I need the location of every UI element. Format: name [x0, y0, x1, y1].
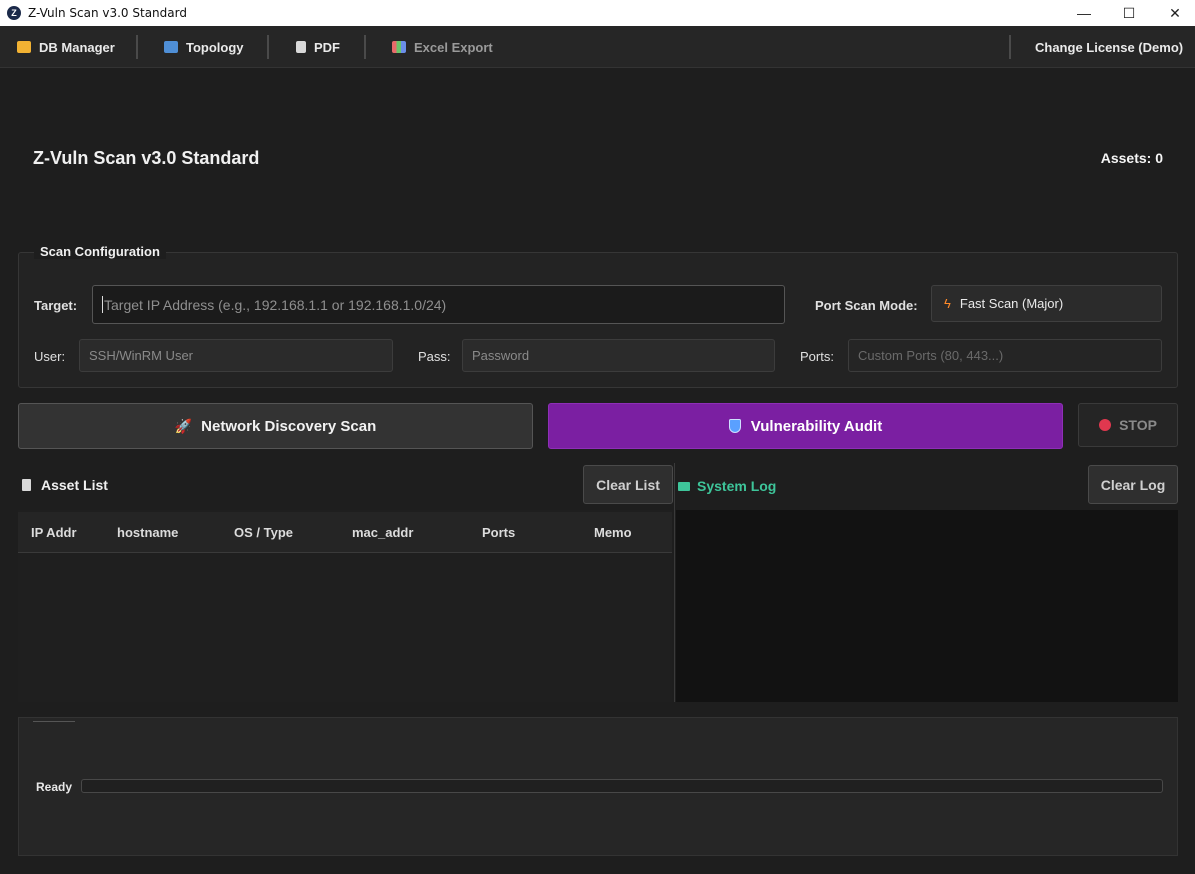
user-placeholder: SSH/WinRM User	[89, 348, 194, 363]
status-panel-tab	[33, 721, 75, 722]
ports-label: Ports:	[800, 349, 834, 364]
change-license-button[interactable]: Change License (Demo)	[1035, 26, 1183, 68]
minimize-button[interactable]: —	[1061, 0, 1107, 26]
pdf-label: PDF	[314, 39, 340, 55]
scan-configuration-title: Scan Configuration	[34, 244, 166, 259]
system-log-label: System Log	[697, 478, 777, 494]
shield-icon	[728, 419, 741, 433]
ports-placeholder: Custom Ports (80, 443...)	[858, 348, 1004, 363]
system-log-title: System Log	[678, 478, 776, 494]
port-scan-mode-select[interactable]: ϟ Fast Scan (Major)	[931, 285, 1162, 322]
column-header[interactable]: Memo	[594, 512, 632, 553]
pass-label: Pass:	[418, 349, 451, 364]
document-icon	[296, 41, 306, 53]
network-discovery-scan-label: Network Discovery Scan	[201, 417, 377, 435]
column-header[interactable]: hostname	[117, 512, 178, 553]
toolbar-divider	[267, 35, 269, 59]
excel-export-button[interactable]: Excel Export	[392, 26, 493, 68]
asset-list-title: Asset List	[22, 477, 108, 493]
toolbar-divider	[364, 35, 366, 59]
status-text: Ready	[36, 780, 73, 794]
target-input[interactable]: Target IP Address (e.g., 192.168.1.1 or …	[92, 285, 785, 324]
stop-icon	[1099, 419, 1112, 431]
window-title: Z-Vuln Scan v3.0 Standard	[28, 6, 187, 20]
asset-count: Assets: 0	[1100, 150, 1163, 166]
bar-chart-icon	[392, 41, 406, 53]
password-input[interactable]: Password	[462, 339, 775, 372]
folder-icon	[17, 41, 31, 53]
password-placeholder: Password	[472, 348, 530, 363]
toolbar-divider	[136, 35, 138, 59]
pdf-button[interactable]: PDF	[296, 26, 340, 68]
column-header[interactable]: OS / Type	[234, 512, 293, 553]
app-logo-icon: Z	[7, 6, 21, 20]
user-label: User:	[34, 349, 66, 364]
rocket-icon: 🚀	[174, 417, 193, 434]
page-title: Z-Vuln Scan v3.0 Standard	[33, 148, 260, 168]
asset-table-header: IP Addr hostname OS / Type mac_addr Port…	[18, 512, 672, 553]
clear-log-button[interactable]: Clear Log	[1088, 465, 1178, 504]
clear-list-button[interactable]: Clear List	[583, 465, 673, 504]
lightning-icon: ϟ	[944, 296, 951, 311]
topology-label: Topology	[186, 39, 244, 55]
vulnerability-audit-button[interactable]: Vulnerability Audit	[548, 403, 1063, 449]
clipboard-icon	[22, 479, 31, 491]
user-input[interactable]: SSH/WinRM User	[79, 339, 393, 372]
target-placeholder: Target IP Address (e.g., 192.168.1.1 or …	[104, 296, 447, 313]
ports-input[interactable]: Custom Ports (80, 443...)	[848, 339, 1162, 372]
terminal-icon	[678, 481, 690, 491]
vulnerability-audit-label: Vulnerability Audit	[750, 417, 883, 435]
excel-export-label: Excel Export	[414, 39, 493, 55]
toolbar-divider	[1009, 35, 1011, 59]
port-scan-mode-label: Port Scan Mode:	[815, 298, 918, 313]
network-discovery-scan-button[interactable]: 🚀 Network Discovery Scan	[18, 403, 533, 449]
progress-bar	[81, 779, 1163, 793]
system-log-output[interactable]	[676, 510, 1178, 702]
column-header[interactable]: mac_addr	[352, 512, 413, 553]
stop-button[interactable]: STOP	[1078, 403, 1178, 447]
text-caret	[102, 296, 103, 313]
maximize-button[interactable]: ☐	[1106, 0, 1152, 26]
window-title-bar: Z Z-Vuln Scan v3.0 Standard	[0, 0, 1195, 26]
map-icon	[164, 41, 178, 53]
db-manager-label: DB Manager	[39, 39, 115, 55]
asset-list-label: Asset List	[41, 477, 108, 493]
column-header[interactable]: Ports	[482, 512, 515, 553]
close-button[interactable]: ✕	[1152, 0, 1195, 26]
panel-splitter[interactable]	[674, 463, 675, 702]
port-scan-mode-value: Fast Scan (Major)	[959, 296, 1064, 311]
stop-label: STOP	[1119, 417, 1157, 433]
target-label: Target:	[34, 298, 78, 313]
db-manager-button[interactable]: DB Manager	[17, 26, 115, 68]
column-header[interactable]: IP Addr	[31, 512, 77, 553]
topology-button[interactable]: Topology	[164, 26, 244, 68]
